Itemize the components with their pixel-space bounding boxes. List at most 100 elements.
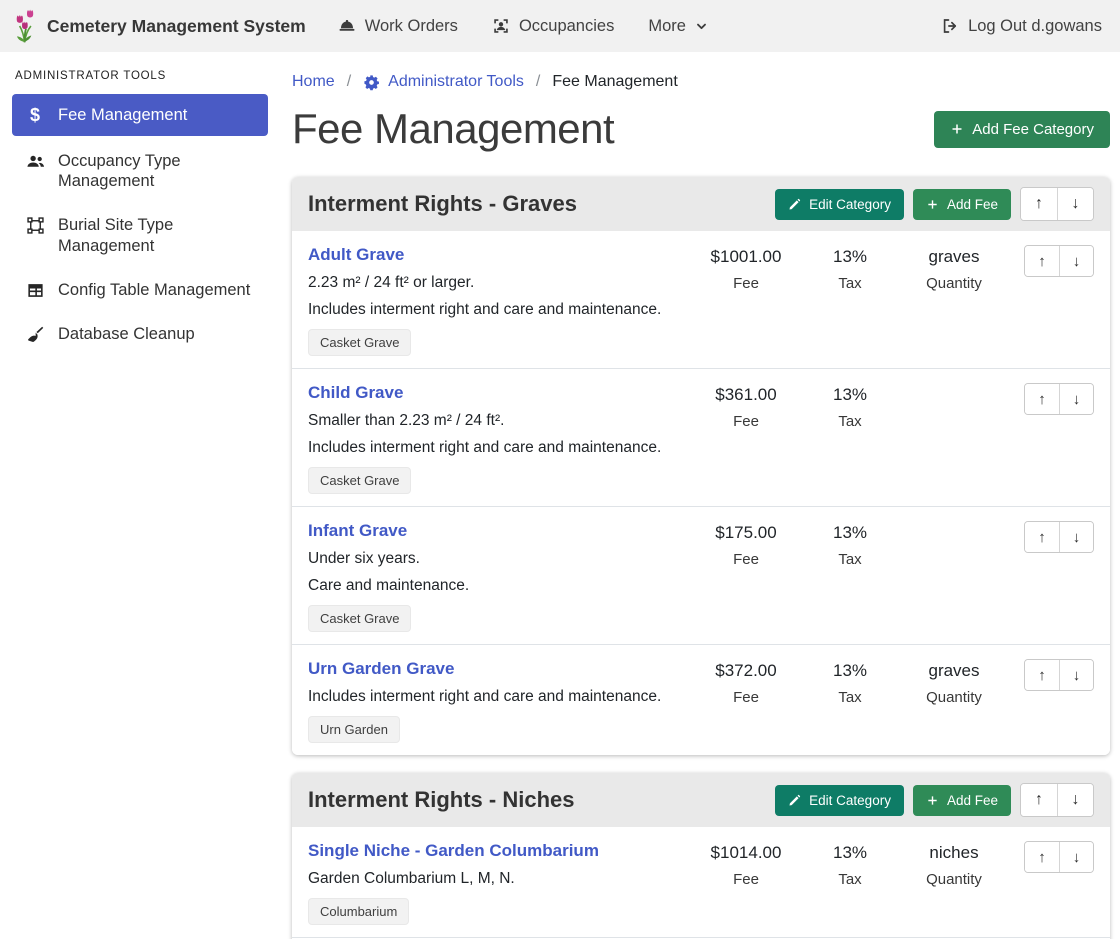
chevron-down-icon: [695, 20, 708, 33]
breadcrumb-separator: /: [536, 73, 540, 91]
move-category-down-button[interactable]: ↓: [1057, 784, 1093, 816]
fee-amount-label: Fee: [694, 689, 798, 706]
fee-category-card-interment-rights-graves: Interment Rights - Graves Edit Category …: [292, 177, 1110, 755]
nav-item-more[interactable]: More: [648, 17, 708, 36]
edit-category-button[interactable]: Edit Category: [775, 785, 904, 816]
quantity-label: Quantity: [902, 689, 1006, 706]
tax-label: Tax: [798, 551, 902, 568]
sidebar-item-occupancy-type-management[interactable]: Occupancy Type Management: [12, 142, 268, 200]
fee-row-single-niche-garden-columbarium: Single Niche - Garden Columbarium Garden…: [292, 827, 1110, 937]
move-fee-up-button[interactable]: ↑: [1025, 660, 1059, 690]
nav-item-occupancies[interactable]: Occupancies: [492, 17, 614, 36]
fee-amount: $361.00: [694, 385, 798, 405]
quantity-col: [902, 521, 1006, 563]
quantity-label: [902, 410, 1006, 425]
fee-amount-col: $1014.00 Fee: [694, 841, 798, 888]
fee-name-link[interactable]: Infant Grave: [308, 521, 407, 541]
quantity-label: Quantity: [902, 871, 1006, 888]
add-fee-button[interactable]: Add Fee: [913, 785, 1011, 816]
fee-name-link[interactable]: Urn Garden Grave: [308, 659, 454, 679]
fee-reorder-group: ↑ ↓: [1024, 841, 1094, 873]
quantity-label: Quantity: [902, 275, 1006, 292]
move-fee-up-button[interactable]: ↑: [1025, 246, 1059, 276]
fee-amount: $372.00: [694, 661, 798, 681]
sidebar-nav: $ Fee Management Occupancy Type Manageme…: [12, 94, 268, 353]
fee-note: Includes interment right and care and ma…: [308, 301, 684, 319]
occupancies-icon: [492, 17, 510, 35]
quantity-unit: niches: [902, 843, 1006, 863]
fee-name-link[interactable]: Child Grave: [308, 383, 403, 403]
add-fee-category-button[interactable]: Add Fee Category: [934, 111, 1110, 148]
sidebar-item-config-table-management[interactable]: Config Table Management: [12, 271, 268, 309]
page-title: Fee Management: [292, 105, 614, 153]
top-navbar: Cemetery Management System Work Orders O…: [0, 0, 1120, 52]
move-fee-down-button[interactable]: ↓: [1059, 522, 1093, 552]
quantity-col: [902, 383, 1006, 425]
fee-description: Smaller than 2.23 m² / 24 ft².: [308, 412, 684, 430]
move-fee-up-button[interactable]: ↑: [1025, 384, 1059, 414]
move-fee-down-button[interactable]: ↓: [1059, 660, 1093, 690]
fee-reorder-group: ↑ ↓: [1024, 659, 1094, 691]
add-fee-button[interactable]: Add Fee: [913, 189, 1011, 220]
move-fee-down-button[interactable]: ↓: [1059, 384, 1093, 414]
tax-label: Tax: [798, 689, 902, 706]
move-category-up-button[interactable]: ↑: [1021, 188, 1057, 220]
title-row: Fee Management Add Fee Category: [292, 105, 1110, 153]
category-actions: Edit Category Add Fee ↑ ↓: [775, 187, 1094, 221]
tax-col: 13% Tax: [798, 659, 902, 706]
category-header: Interment Rights - Graves Edit Category …: [292, 177, 1110, 231]
fee-amount-label: Fee: [694, 413, 798, 430]
gear-icon: [363, 74, 380, 91]
breadcrumb-link-administrator-tools[interactable]: Administrator Tools: [388, 73, 524, 91]
fee-amount-col: $372.00 Fee: [694, 659, 798, 706]
move-category-down-button[interactable]: ↓: [1057, 188, 1093, 220]
app-title: Cemetery Management System: [47, 16, 306, 37]
app-brand[interactable]: Cemetery Management System: [12, 7, 306, 45]
broom-icon: [24, 325, 46, 344]
fee-note: Care and maintenance.: [308, 577, 684, 595]
sidebar-item-burial-site-type-management[interactable]: Burial Site Type Management: [12, 206, 268, 264]
sidebar-heading: ADMINISTRATOR TOOLS: [15, 70, 268, 82]
edit-category-button[interactable]: Edit Category: [775, 189, 904, 220]
plus-icon: [926, 794, 939, 807]
sign-out-icon: [941, 17, 959, 35]
fee-amount: $1014.00: [694, 843, 798, 863]
category-reorder-group: ↑ ↓: [1020, 187, 1094, 221]
move-fee-down-button[interactable]: ↓: [1059, 246, 1093, 276]
tax-label: Tax: [798, 871, 902, 888]
move-fee-up-button[interactable]: ↑: [1025, 842, 1059, 872]
fee-row-urn-garden-grave: Urn Garden Grave Includes interment righ…: [292, 644, 1110, 755]
fee-type-badge: Casket Grave: [308, 605, 411, 632]
fee-amount-label: Fee: [694, 871, 798, 888]
move-category-up-button[interactable]: ↑: [1021, 784, 1057, 816]
fee-reorder-group: ↑ ↓: [1024, 245, 1094, 277]
fee-amount: $175.00: [694, 523, 798, 543]
pencil-icon: [788, 794, 801, 807]
fee-type-badge: Casket Grave: [308, 467, 411, 494]
move-fee-up-button[interactable]: ↑: [1025, 522, 1059, 552]
move-fee-down-button[interactable]: ↓: [1059, 842, 1093, 872]
fee-amount-col: $361.00 Fee: [694, 383, 798, 430]
nav-item-work-orders[interactable]: Work Orders: [338, 17, 458, 36]
tax-rate: 13%: [798, 523, 902, 543]
sidebar-item-fee-management[interactable]: $ Fee Management: [12, 94, 268, 136]
tax-rate: 13%: [798, 385, 902, 405]
primary-nav: Work Orders Occupancies More: [338, 17, 708, 36]
quantity-unit: [902, 523, 1006, 540]
category-fee-list: Adult Grave 2.23 m² / 24 ft² or larger. …: [292, 231, 1110, 755]
logout-button[interactable]: Log Out d.gowans: [941, 17, 1102, 36]
tax-col: 13% Tax: [798, 245, 902, 292]
fee-category-list: Interment Rights - Graves Edit Category …: [292, 177, 1110, 939]
tax-rate: 13%: [798, 661, 902, 681]
fee-name-link[interactable]: Single Niche - Garden Columbarium: [308, 841, 599, 861]
hard-hat-icon: [338, 17, 356, 35]
fee-amount-col: $175.00 Fee: [694, 521, 798, 568]
breadcrumb-item-home: Home: [292, 73, 335, 91]
category-reorder-group: ↑ ↓: [1020, 783, 1094, 817]
fee-description: Includes interment right and care and ma…: [308, 688, 684, 706]
tax-col: 13% Tax: [798, 841, 902, 888]
sidebar-item-database-cleanup[interactable]: Database Cleanup: [12, 315, 268, 353]
fee-name-link[interactable]: Adult Grave: [308, 245, 404, 265]
breadcrumb-link-home[interactable]: Home: [292, 73, 335, 91]
fee-type-badge: Urn Garden: [308, 716, 400, 743]
